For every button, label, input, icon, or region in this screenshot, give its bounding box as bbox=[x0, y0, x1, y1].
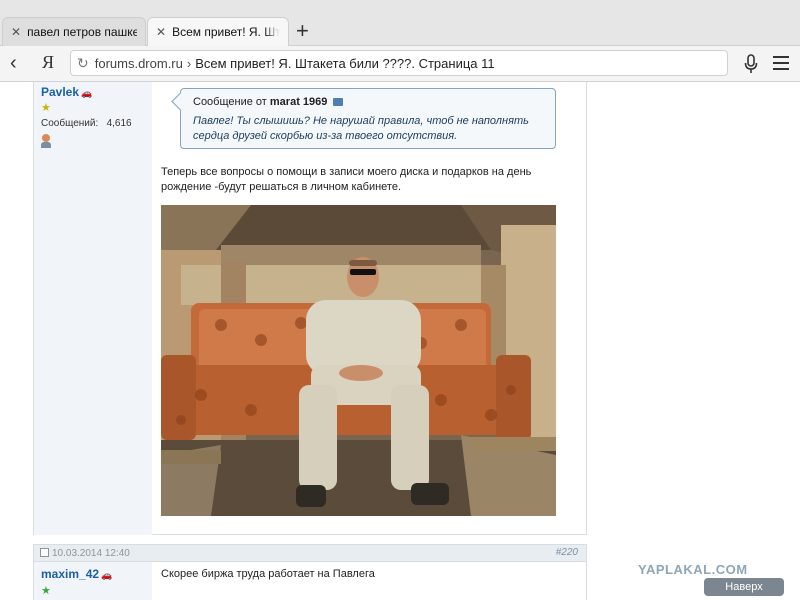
close-tab-icon[interactable]: ✕ bbox=[156, 25, 166, 39]
plus-icon[interactable]: + bbox=[296, 20, 309, 42]
forum-post: Pavlek 🚗 ★ Сообщений: 4,616 Сообщение от … bbox=[33, 82, 587, 535]
url-domain: forums.drom.ru bbox=[94, 55, 183, 71]
address-toolbar: ‹ Я ↻ forums.drom.ru › Всем привет! Я. Ш… bbox=[0, 46, 800, 82]
reload-icon[interactable]: ↻ bbox=[77, 55, 89, 72]
post-author[interactable]: maxim_42 🚗 bbox=[41, 567, 112, 581]
tab-label: павел петров пашкет bbox=[27, 25, 137, 39]
quote-text: Павлег! Ты слышишь? Не нарушай правила, … bbox=[193, 115, 529, 142]
tab-pavel[interactable]: ✕ павел петров пашкет bbox=[2, 17, 146, 46]
username[interactable]: Pavlek bbox=[41, 85, 79, 99]
yandex-logo[interactable]: Я bbox=[42, 52, 54, 73]
microphone-icon[interactable] bbox=[744, 54, 758, 74]
view-post-icon[interactable] bbox=[333, 98, 344, 107]
post-photo[interactable] bbox=[161, 205, 556, 516]
url-separator: › bbox=[186, 55, 192, 71]
quote-box: Сообщение от marat 1969 Павлег! Ты слыши… bbox=[180, 88, 556, 149]
star-icon: ★ bbox=[41, 585, 51, 597]
car-icon: 🚗 bbox=[81, 88, 93, 98]
quote-header: Сообщение от marat 1969 bbox=[193, 96, 344, 108]
page-title: Всем привет! Я. Штакета били ????. Стран… bbox=[195, 55, 495, 71]
username[interactable]: maxim_42 bbox=[41, 567, 99, 581]
quote-prefix: Сообщение от bbox=[193, 96, 267, 108]
tab-bar: ✕ павел петров пашкет ✕ Всем привет! Я. … bbox=[0, 0, 800, 46]
user-panel: maxim_42 🚗 ★ bbox=[34, 562, 152, 600]
select-post-checkbox[interactable] bbox=[40, 548, 49, 557]
post-number-link[interactable]: #220 bbox=[556, 547, 578, 558]
post-text: Скорее биржа труда работает на Павлега bbox=[161, 568, 375, 580]
page-content: Pavlek 🚗 ★ Сообщений: 4,616 Сообщение от … bbox=[0, 82, 800, 600]
post-author[interactable]: Pavlek 🚗 bbox=[41, 85, 92, 99]
tab-forum[interactable]: ✕ Всем привет! Я. Штакета bbox=[147, 17, 289, 46]
post-header: 10.03.2014 12:40 #220 bbox=[33, 544, 587, 562]
forum-post: maxim_42 🚗 ★ Скорее биржа труда работает … bbox=[33, 562, 587, 600]
hamburger-menu-icon[interactable] bbox=[773, 56, 789, 74]
scroll-to-top-button[interactable]: Наверх bbox=[704, 578, 784, 596]
car-icon: 🚗 bbox=[101, 570, 113, 580]
message-count-label: Сообщений: bbox=[41, 118, 99, 129]
star-icon: ★ bbox=[41, 102, 51, 114]
close-tab-icon[interactable]: ✕ bbox=[11, 25, 21, 39]
avatar-icon bbox=[41, 134, 52, 149]
post-text: Теперь все вопросы о помощи в записи мое… bbox=[161, 166, 532, 193]
user-panel: Pavlek 🚗 ★ Сообщений: 4,616 bbox=[34, 82, 152, 535]
post-date: 10.03.2014 12:40 bbox=[52, 548, 130, 559]
tab-label: Всем привет! Я. Штакета bbox=[172, 25, 280, 39]
address-bar[interactable]: ↻ forums.drom.ru › Всем привет! Я. Штаке… bbox=[70, 50, 728, 76]
quote-author: marat 1969 bbox=[269, 96, 328, 108]
message-count-value: 4,616 bbox=[106, 118, 132, 129]
message-count: Сообщений: 4,616 bbox=[41, 118, 132, 129]
watermark: YAPLAKAL.COM bbox=[638, 562, 748, 577]
chevron-left-icon[interactable]: ‹ bbox=[10, 52, 17, 75]
